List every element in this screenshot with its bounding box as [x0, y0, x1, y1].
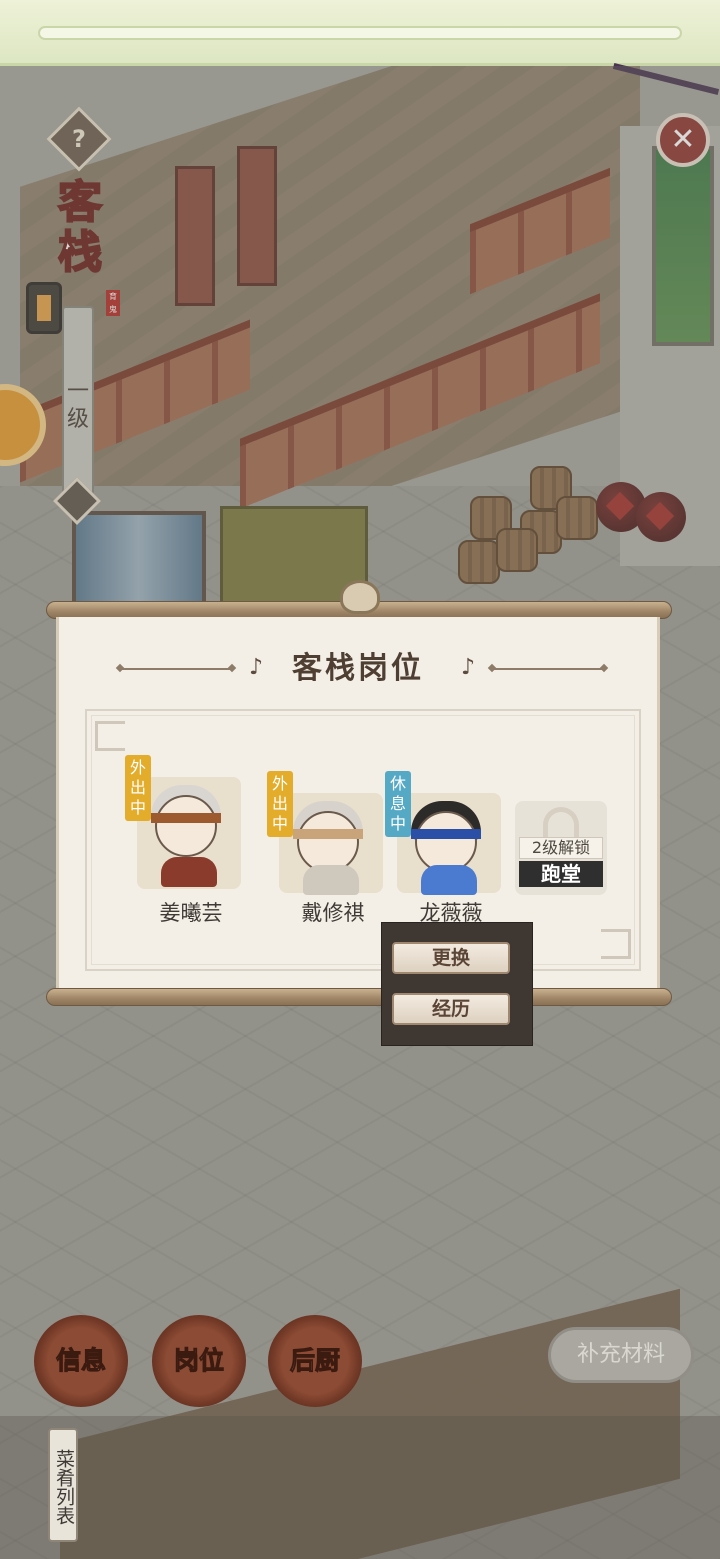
panel-title-row: ♪ 客栈岗位 ♪ [59, 647, 657, 691]
staff-portrait [137, 777, 241, 889]
status-badge: 休息中 [385, 771, 411, 837]
post-button[interactable]: 岗位 [152, 1315, 246, 1407]
menu-list-tab[interactable]: 菜肴列表 [48, 1428, 78, 1542]
staff-action-popup: 更换 经历 [381, 922, 533, 1046]
staff-card-1[interactable]: 外出中 戴修祺 [267, 771, 383, 943]
locked-slot[interactable]: 2级解锁 跑堂 [515, 801, 607, 895]
top-frame-bar [38, 26, 682, 40]
unlock-requirement: 2级解锁 [519, 837, 603, 859]
supply-materials-button[interactable]: 补充材料 [548, 1327, 694, 1383]
portrait-headband [293, 829, 363, 839]
frame-corner [601, 929, 631, 959]
top-frame [0, 0, 720, 66]
title-ornament-right: ♪ [461, 655, 476, 680]
portrait-body [303, 865, 359, 895]
bottom-bar [0, 1416, 720, 1559]
staff-card-0[interactable]: 外出中 姜曦芸 [125, 755, 241, 927]
portrait-headband [151, 813, 221, 823]
staff-name: 姜曦芸 [159, 901, 223, 925]
locked-role: 跑堂 [519, 861, 603, 887]
portrait-headband [411, 829, 481, 839]
kitchen-button[interactable]: 后厨 [268, 1315, 362, 1407]
portrait-body [161, 857, 217, 887]
portrait-face [297, 811, 359, 873]
staff-name: 戴修祺 [301, 901, 365, 925]
inn-posts-panel: ♪ 客栈岗位 ♪ 外出中 姜曦芸 外出中 戴修祺 休息中 龙薇薇 2级解锁 跑堂 [56, 617, 660, 990]
staff-portrait [279, 793, 383, 895]
portrait-face [155, 795, 217, 857]
title-divider-right [493, 668, 603, 670]
status-badge: 外出中 [125, 755, 151, 821]
portrait-body [421, 865, 477, 895]
info-button[interactable]: 信息 [34, 1315, 128, 1407]
scroll-bottom-rod [46, 988, 672, 1006]
history-button[interactable]: 经历 [392, 993, 510, 1025]
staff-card-2[interactable]: 休息中 龙薇薇 [385, 771, 501, 943]
lock-icon [543, 807, 579, 839]
portrait-face [415, 811, 477, 873]
scroll-knot [340, 580, 380, 614]
frame-corner [95, 721, 125, 751]
status-badge: 外出中 [267, 771, 293, 837]
replace-button[interactable]: 更换 [392, 942, 510, 974]
staff-portrait [397, 793, 501, 895]
